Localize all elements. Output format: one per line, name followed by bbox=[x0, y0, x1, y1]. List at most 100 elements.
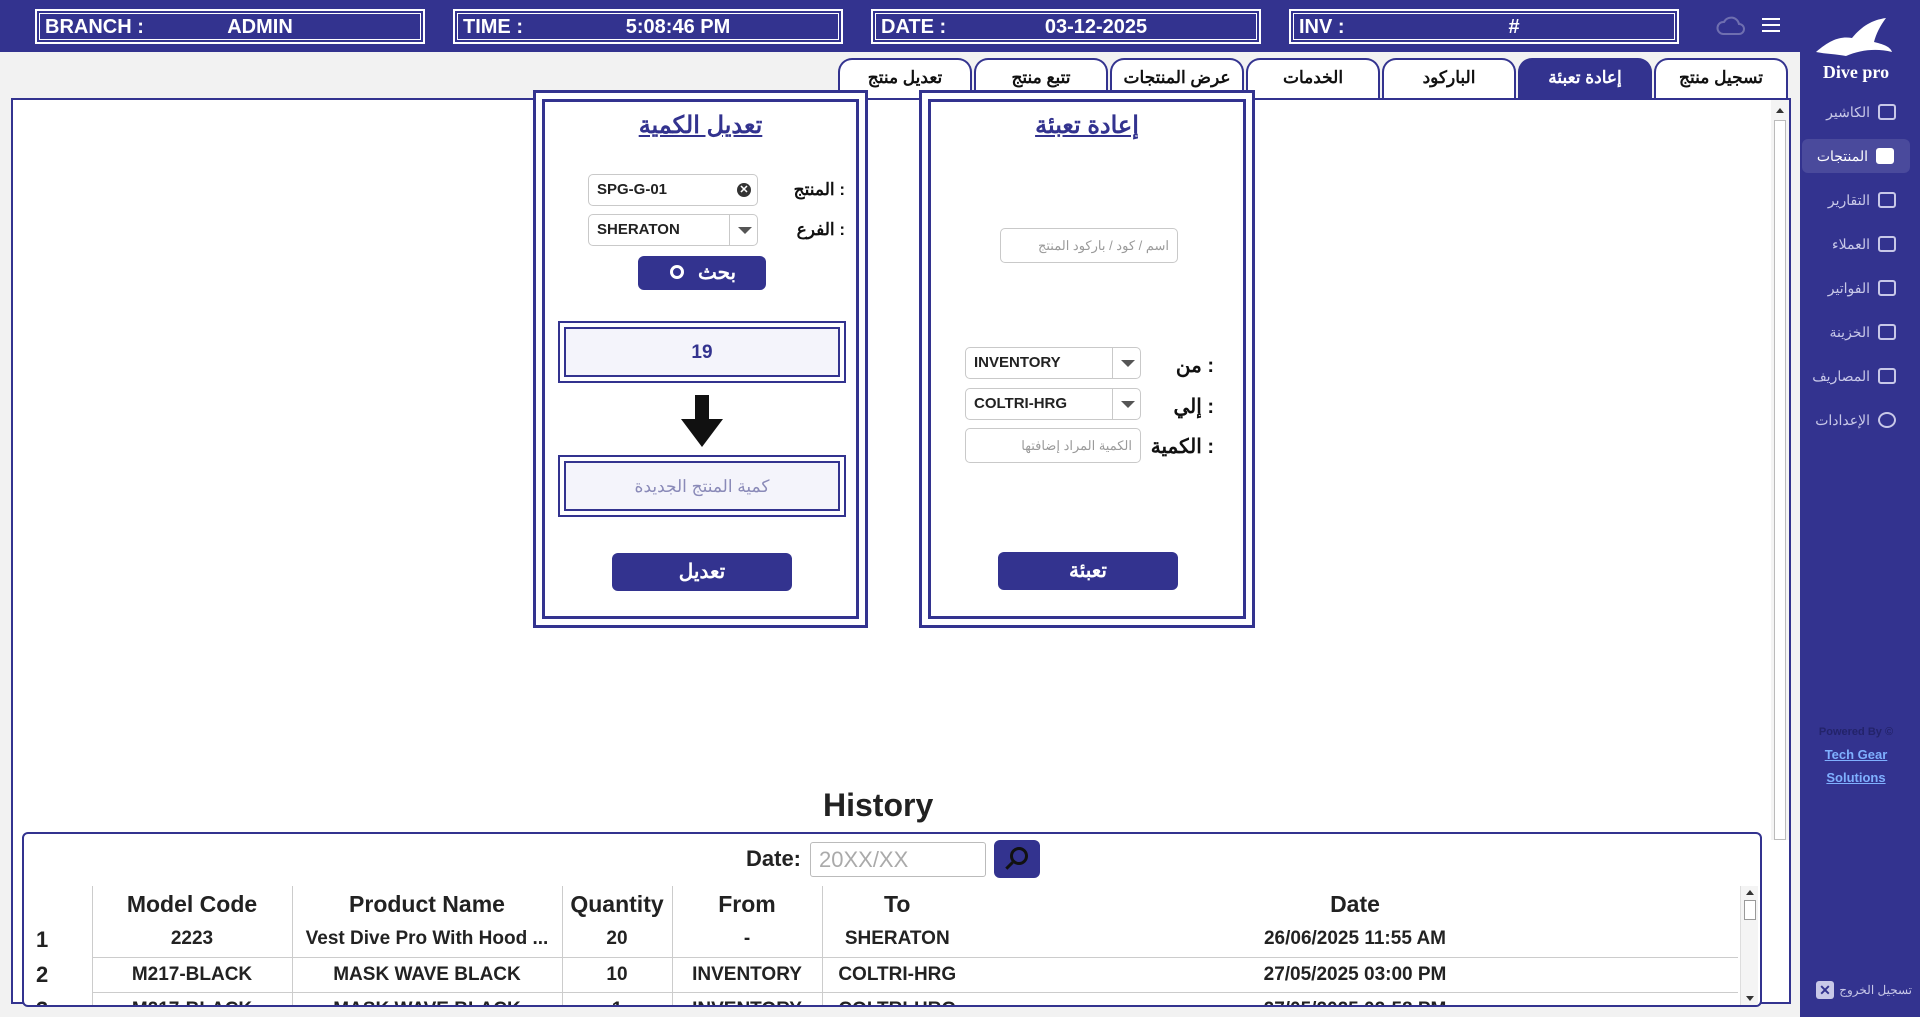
cashier-icon bbox=[1878, 104, 1896, 120]
time-key: TIME : bbox=[463, 16, 523, 38]
product-label: المنتج : bbox=[793, 180, 845, 199]
time-value: 5:08:46 PM bbox=[625, 16, 731, 38]
row-number: 1 bbox=[36, 926, 49, 952]
company-link-line2[interactable]: Solutions bbox=[1800, 770, 1912, 785]
sidebar-item-label: العملاء bbox=[1832, 236, 1870, 252]
quantity-label: الكمية : bbox=[1150, 436, 1214, 458]
time-display: TIME : 5:08:46 PM bbox=[453, 9, 843, 44]
sidebar-item-label: المصاريف bbox=[1812, 368, 1870, 384]
refill-panel-title: إعادة تعبئة bbox=[1035, 112, 1139, 139]
history-date-label: Date: bbox=[746, 846, 802, 871]
cell-name: Vest Dive Pro With Hood ... bbox=[291, 922, 562, 958]
sidebar-item-invoices[interactable]: الفواتير bbox=[1800, 271, 1912, 305]
top-status-bar: BRANCH : ADMIN TIME : 5:08:46 PM DATE : … bbox=[0, 0, 1800, 52]
cell-to: COLTRI-HRG bbox=[821, 957, 972, 993]
search-button[interactable]: بحث bbox=[638, 256, 766, 290]
users-icon bbox=[1878, 236, 1896, 252]
logout-button[interactable]: تسجيل الخروج ✕ bbox=[1812, 980, 1912, 1002]
refill-search-input[interactable]: اسم / كود / باركود المنتج bbox=[1000, 228, 1178, 263]
row-number: 3 bbox=[24, 992, 92, 1006]
product-field[interactable]: SPG-G-01 ✕ bbox=[588, 174, 758, 206]
company-link-line1[interactable]: Tech Gear bbox=[1800, 747, 1912, 762]
cell-to: COLTRI-HRG bbox=[821, 992, 972, 1005]
cell-date: 26/06/2025 11:55 AM bbox=[972, 922, 1738, 958]
gear-icon bbox=[1878, 412, 1896, 428]
logout-label: تسجيل الخروج bbox=[1839, 983, 1912, 997]
new-quantity-input[interactable]: كمية المنتج الجديدة bbox=[564, 461, 840, 511]
history-search-button[interactable] bbox=[994, 840, 1040, 878]
adjust-quantity-panel: تعديل الكمية المنتج : SPG-G-01 ✕ الفرع :… bbox=[533, 90, 868, 628]
col-quantity: Quantity bbox=[561, 886, 672, 922]
invoice-icon bbox=[1878, 280, 1896, 296]
chevron-down-icon bbox=[1112, 348, 1140, 378]
sidebar-item-label: الخزينة bbox=[1829, 324, 1870, 340]
row-number-header bbox=[24, 886, 92, 922]
history-date-input[interactable]: 20XX/XX bbox=[810, 842, 986, 877]
cell-date: 27/05/2025 02:58 PM bbox=[972, 992, 1738, 1005]
invoice-value: # bbox=[1508, 16, 1520, 38]
tab-services[interactable]: الخدمات bbox=[1246, 58, 1380, 100]
sidebar-item-customers[interactable]: العملاء bbox=[1800, 227, 1912, 261]
sidebar-item-products[interactable]: المنتجات bbox=[1802, 139, 1910, 173]
menu-icon[interactable] bbox=[1761, 16, 1781, 34]
refill-submit-button[interactable]: تعبئة bbox=[998, 552, 1178, 590]
tab-barcode[interactable]: الباركود bbox=[1382, 58, 1516, 100]
refill-panel: إعادة تعبئة اسم / كود / باركود المنتج من… bbox=[919, 90, 1255, 628]
new-quantity-box[interactable]: كمية المنتج الجديدة bbox=[558, 455, 846, 517]
from-select-value: INVENTORY bbox=[974, 354, 1061, 371]
box-icon bbox=[1876, 148, 1894, 164]
history-table: Model Code Product Name Quantity From To… bbox=[24, 886, 1738, 1006]
table-row[interactable]: 1 2223 Vest Dive Pro With Hood ... 20 - … bbox=[24, 922, 1738, 958]
branch-select[interactable]: SHERATON bbox=[588, 214, 758, 246]
main-scrollbar[interactable] bbox=[1771, 100, 1789, 840]
history-title: History bbox=[823, 787, 934, 823]
clear-icon[interactable]: ✕ bbox=[737, 183, 751, 197]
from-label: من : bbox=[1175, 355, 1214, 377]
scroll-thumb[interactable] bbox=[1774, 120, 1786, 840]
scroll-up-icon[interactable] bbox=[1776, 108, 1784, 113]
table-row[interactable]: 3 M217-BLACK MASK WAVE BLACK 1 INVENTORY… bbox=[24, 992, 1738, 1006]
sidebar-item-treasury[interactable]: الخزينة bbox=[1800, 315, 1912, 349]
refill-quantity-input[interactable]: الكمية المراد إضافتها bbox=[965, 428, 1141, 463]
search-icon bbox=[670, 265, 684, 279]
col-model-code: Model Code bbox=[91, 886, 292, 922]
to-select-value: COLTRI-HRG bbox=[974, 395, 1068, 412]
current-quantity-value: 19 bbox=[564, 327, 840, 377]
col-date: Date bbox=[1330, 890, 1380, 917]
powered-by-text: Powered By © bbox=[1818, 726, 1894, 738]
to-select[interactable]: COLTRI-HRG bbox=[965, 388, 1141, 420]
sidebar-item-settings[interactable]: الإعدادات bbox=[1800, 403, 1912, 437]
cell-model: 2223 bbox=[91, 922, 292, 958]
sidebar-item-reports[interactable]: التقارير bbox=[1800, 183, 1912, 217]
row-number: 2 bbox=[36, 961, 49, 987]
scroll-up-icon[interactable] bbox=[1746, 890, 1754, 895]
scroll-down-icon[interactable] bbox=[1746, 996, 1754, 1001]
adjust-submit-button[interactable]: تعديل bbox=[612, 553, 792, 591]
tab-register-product[interactable]: تسجيل منتج bbox=[1654, 58, 1788, 100]
scroll-thumb[interactable] bbox=[1744, 900, 1756, 920]
sidebar-item-label: المنتجات bbox=[1816, 148, 1868, 164]
date-display: DATE : 03-12-2025 bbox=[871, 9, 1261, 44]
col-to: To bbox=[821, 886, 972, 922]
cell-model: M217-BLACK bbox=[91, 992, 292, 1005]
invoice-display: INV : # bbox=[1289, 9, 1679, 44]
branch-label: الفرع : bbox=[796, 220, 845, 239]
table-row[interactable]: 2 M217-BLACK MASK WAVE BLACK 10 INVENTOR… bbox=[24, 957, 1738, 993]
history-header-row: Model Code Product Name Quantity From To… bbox=[24, 886, 1738, 922]
from-select[interactable]: INVENTORY bbox=[965, 347, 1141, 379]
chevron-down-icon bbox=[1112, 389, 1140, 419]
current-quantity-box: 19 bbox=[558, 321, 846, 383]
history-scrollbar[interactable] bbox=[1740, 886, 1758, 1005]
cell-qty: 10 bbox=[561, 957, 672, 993]
cell-model: M217-BLACK bbox=[91, 957, 292, 993]
gauge-icon bbox=[1878, 192, 1896, 208]
cell-date: 27/05/2025 03:00 PM bbox=[972, 957, 1738, 993]
cloud-sync-icon[interactable] bbox=[1715, 14, 1745, 36]
branch-select-value: SHERATON bbox=[597, 221, 680, 238]
sidebar-item-cashier[interactable]: الكاشير bbox=[1800, 95, 1912, 129]
cell-from: INVENTORY bbox=[671, 957, 822, 993]
sidebar-item-label: الإعدادات bbox=[1815, 412, 1870, 428]
date-value: 03-12-2025 bbox=[1044, 16, 1148, 38]
tab-refill[interactable]: إعادة تعبئة bbox=[1518, 58, 1652, 100]
sidebar-item-expenses[interactable]: المصاريف bbox=[1800, 359, 1912, 393]
